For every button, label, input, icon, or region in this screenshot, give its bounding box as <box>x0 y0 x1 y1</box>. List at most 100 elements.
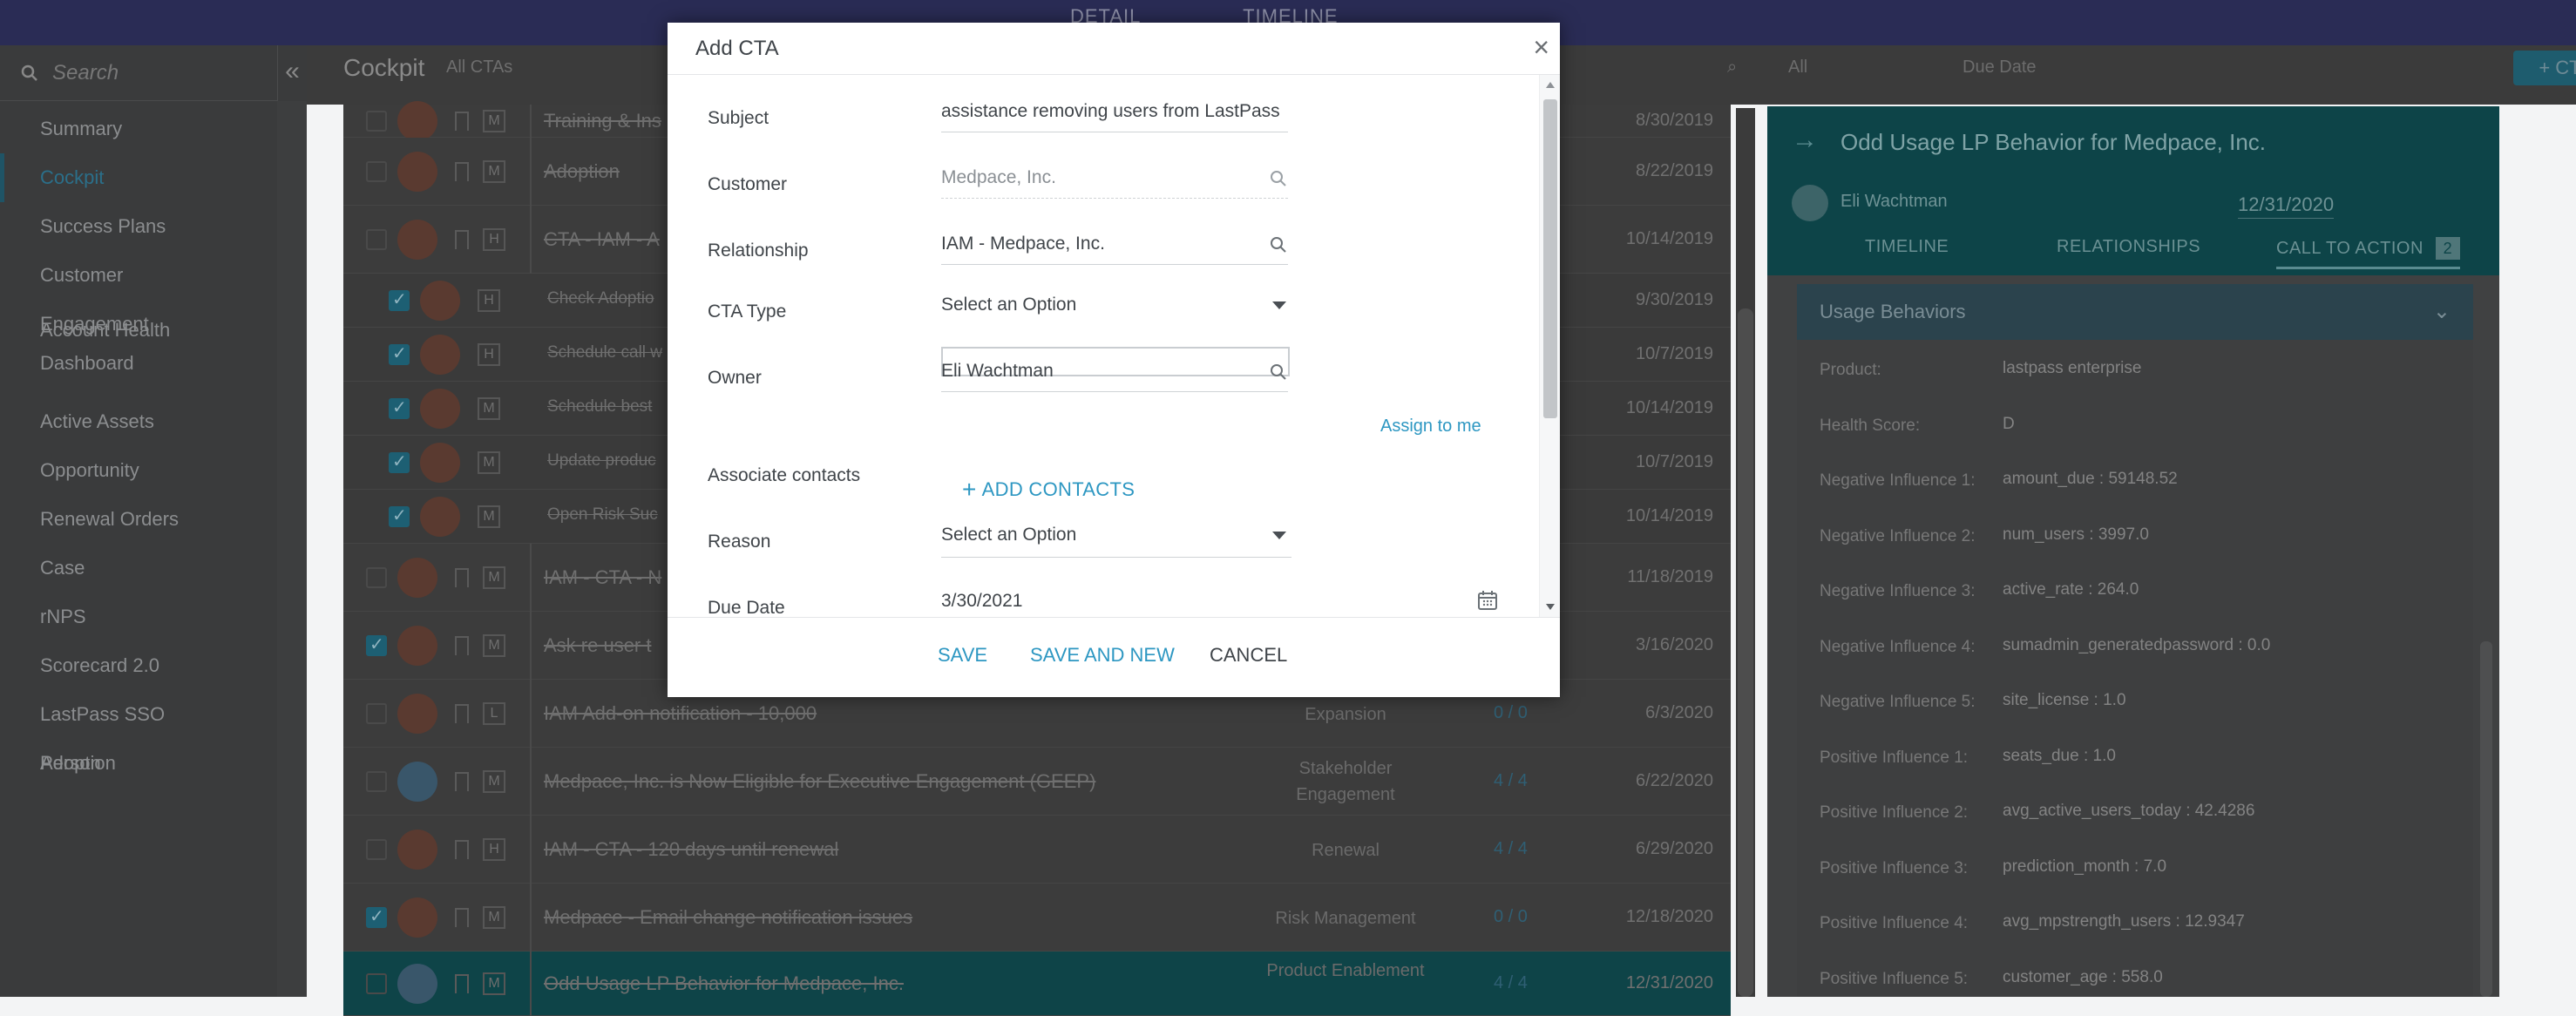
collapse-nav-button[interactable]: « <box>277 45 307 101</box>
cta-view-selector[interactable]: All CTAs <box>446 58 512 78</box>
row-checkbox[interactable] <box>366 839 387 860</box>
bookmark-icon[interactable] <box>455 230 469 249</box>
owner-field[interactable]: Eli Wachtman <box>941 359 1288 392</box>
scroll-up-icon[interactable] <box>1546 82 1555 88</box>
table-scrollbar[interactable] <box>1736 108 1755 997</box>
chevron-down-icon[interactable]: ⌄ <box>2433 284 2451 340</box>
nav-item-renewal-orders[interactable]: Renewal Orders <box>0 495 277 544</box>
usage-behaviors-header[interactable]: Usage Behaviors ⌄ <box>1797 284 2473 340</box>
row-checkbox[interactable] <box>366 161 387 182</box>
bookmark-icon[interactable] <box>455 704 469 723</box>
search-icon[interactable] <box>1269 235 1288 254</box>
cta-name[interactable]: Update produc <box>547 451 656 471</box>
cta-progress[interactable]: 4 / 4 <box>1494 973 1528 993</box>
nav-item-opportunity[interactable]: Opportunity <box>0 446 277 495</box>
cta-name[interactable]: Adoption <box>544 160 620 183</box>
cta-name[interactable]: Ask re user t <box>544 634 651 657</box>
add-contacts-button[interactable]: + ADD CONTACTS <box>962 476 1135 504</box>
bookmark-icon[interactable] <box>455 772 469 791</box>
bookmark-icon[interactable] <box>455 162 469 181</box>
table-row[interactable]: M Medpace, Inc. is Now Eligible for Execu… <box>343 748 1731 816</box>
row-checkbox[interactable] <box>366 973 387 994</box>
nav-item-customer-engagement[interactable]: Customer Engagement <box>0 251 277 335</box>
nav-item-person[interactable]: Person <box>0 739 277 788</box>
nav-item-cockpit[interactable]: Cockpit <box>0 153 277 202</box>
cta-name[interactable]: IAM - CTA - 120 days until renewal <box>544 838 838 861</box>
row-checkbox[interactable] <box>389 342 410 365</box>
add-cta-button[interactable]: + CTA <box>2513 51 2576 85</box>
panel-scrollbar-thumb[interactable] <box>2480 641 2492 997</box>
due-date-input[interactable]: 3/30/2021 <box>941 589 1499 617</box>
tab-timeline-detail[interactable]: TIMELINE <box>1865 237 1949 257</box>
cta-name[interactable]: IAM - CTA - N <box>544 566 661 589</box>
cta-due-date[interactable]: 12/31/2020 <box>2238 193 2335 219</box>
cta-name[interactable]: Open Risk Suc <box>547 505 658 525</box>
reason-select[interactable]: Select an Option <box>941 523 1291 558</box>
save-button[interactable]: SAVE <box>938 644 987 667</box>
row-checkbox[interactable] <box>366 229 387 250</box>
modal-scrollbar[interactable] <box>1539 75 1560 617</box>
sort-dropdown[interactable]: Due Date <box>1963 58 2037 78</box>
cta-owner[interactable]: Eli Wachtman <box>1840 192 1948 212</box>
cta-name[interactable]: CTA - IAM - A <box>544 228 660 251</box>
bookmark-icon[interactable] <box>455 636 469 655</box>
table-scrollbar-thumb[interactable] <box>1738 308 1753 997</box>
row-checkbox[interactable] <box>366 771 387 792</box>
nav-item-scorecard[interactable]: Scorecard 2.0 <box>0 641 277 690</box>
nav-item-success-plans[interactable]: Success Plans <box>0 202 277 251</box>
bookmark-icon[interactable] <box>455 568 469 587</box>
save-and-new-button[interactable]: SAVE AND NEW <box>1030 644 1175 667</box>
cta-progress[interactable]: 0 / 0 <box>1494 907 1528 927</box>
assign-to-me-link[interactable]: Assign to me <box>1380 417 1481 437</box>
nav-item-summary[interactable]: Summary <box>0 105 277 153</box>
search-icon[interactable] <box>1269 169 1288 188</box>
panel-scrollbar[interactable] <box>2480 284 2494 997</box>
row-checkbox[interactable] <box>366 905 387 928</box>
customer-field[interactable]: Medpace, Inc. <box>941 166 1288 199</box>
calendar-icon[interactable] <box>1476 589 1499 612</box>
row-checkbox[interactable] <box>366 111 387 132</box>
row-checkbox[interactable] <box>389 396 410 419</box>
cta-progress[interactable]: 0 / 0 <box>1494 703 1528 723</box>
nav-search[interactable]: Search <box>0 45 277 101</box>
bookmark-icon[interactable] <box>455 908 469 927</box>
cta-name[interactable]: Medpace - Email change notification issu… <box>544 906 912 929</box>
modal-scrollbar-thumb[interactable] <box>1543 99 1557 418</box>
cta-name[interactable]: Training & Ins <box>544 110 661 132</box>
bookmark-icon[interactable] <box>455 840 469 859</box>
close-icon[interactable]: × <box>1533 31 1549 64</box>
search-icon[interactable] <box>1269 362 1288 382</box>
table-row[interactable]: M Odd Usage LP Behavior for Medpace, Inc.… <box>343 952 1731 1016</box>
cancel-button[interactable]: CANCEL <box>1210 644 1287 667</box>
nav-item-account-health-dashboard[interactable]: Account Health Dashboard <box>0 300 277 397</box>
cta-name[interactable]: Check Adoptio <box>547 289 654 308</box>
scroll-down-icon[interactable] <box>1546 604 1555 610</box>
row-checkbox[interactable] <box>389 505 410 527</box>
row-checkbox[interactable] <box>366 633 387 656</box>
arrow-right-icon[interactable]: → <box>1792 125 1818 155</box>
relationship-field[interactable]: IAM - Medpace, Inc. <box>941 232 1288 265</box>
cta-name[interactable]: Schedule call w <box>547 343 662 362</box>
nav-item-active-assets[interactable]: Active Assets <box>0 397 277 446</box>
cta-name[interactable]: Schedule best <box>547 397 652 417</box>
cta-name[interactable]: IAM Add-on notification - 10,000 <box>544 702 817 725</box>
cta-progress[interactable]: 4 / 4 <box>1494 771 1528 791</box>
row-checkbox[interactable] <box>366 567 387 588</box>
filter-all-dropdown[interactable]: All <box>1788 58 1807 78</box>
nav-item-lastpass-sso-adoption[interactable]: LastPass SSO Adoption <box>0 690 277 774</box>
cta-name[interactable]: Medpace, Inc. is Now Eligible for Execut… <box>544 770 1095 793</box>
search-icon[interactable]: ⌕ <box>1727 58 1737 78</box>
tab-relationships[interactable]: RELATIONSHIPS <box>2057 237 2200 257</box>
table-row[interactable]: H IAM - CTA - 120 days until renewal Renew… <box>343 816 1731 884</box>
cta-progress[interactable]: 4 / 4 <box>1494 839 1528 859</box>
table-row[interactable]: M Medpace - Email change notification iss… <box>343 884 1731 952</box>
row-checkbox[interactable] <box>366 703 387 724</box>
tab-call-to-action[interactable]: CALL TO ACTION 2 <box>2276 237 2460 269</box>
bookmark-icon[interactable] <box>455 112 469 131</box>
nav-item-rnps[interactable]: rNPS <box>0 593 277 641</box>
subject-input[interactable]: assistance removing users from LastPass <box>941 99 1288 132</box>
cta-name[interactable]: Odd Usage LP Behavior for Medpace, Inc. <box>544 972 904 995</box>
row-checkbox[interactable] <box>389 450 410 473</box>
nav-item-case[interactable]: Case <box>0 544 277 593</box>
cta-type-select[interactable]: Select an Option <box>941 293 1291 328</box>
